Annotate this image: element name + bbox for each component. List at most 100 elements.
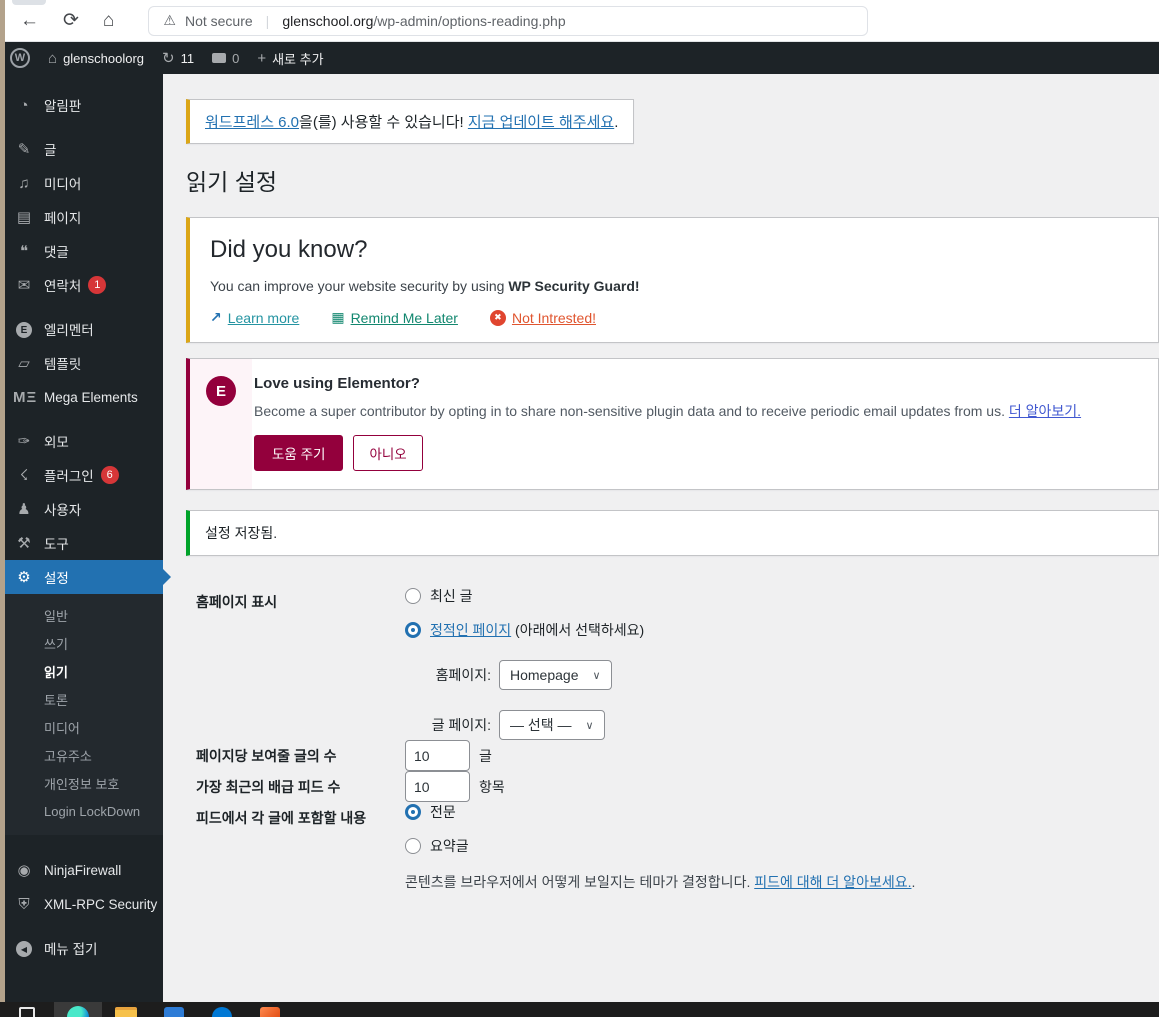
new-content-menu[interactable]: + 새로 추가 [257,49,323,68]
homepage-select[interactable]: Homepage ∨ [499,660,612,690]
submenu-item-permalinks[interactable]: 고유주소 [0,741,163,769]
elementor-icon: E [13,320,35,339]
media-icon: ♫ [18,174,30,192]
sidebar-item-dashboard[interactable]: ◔ 알림판 [0,88,163,122]
submenu-item-reading[interactable]: 읽기 [0,657,163,685]
red-app-icon [260,1007,280,1017]
settings-submenu: 일반 쓰기 읽기 토론 미디어 고유주소 개인정보 보호 Login LockD… [0,594,163,835]
wordpress-logo-icon: W [10,48,30,68]
address-bar[interactable]: ⚠ Not secure | glenschool.org/wp-admin/o… [148,5,869,36]
sidebar-item-media[interactable]: ♫ 미디어 [0,166,163,200]
taskbar-app-button-2[interactable] [198,1002,246,1017]
sidebar-item-posts[interactable]: ✎ 글 [0,132,163,166]
update-now-link[interactable]: 지금 업데이트 해주세요 [468,114,614,131]
submenu-item-login-lockdown[interactable]: Login LockDown [0,797,163,825]
did-you-know-title: Did you know? [210,236,368,263]
remind-me-later-link[interactable]: ▦ Remind Me Later [331,309,458,326]
back-button[interactable]: ← [20,11,39,30]
taskbar-app-button-3[interactable] [246,1002,294,1017]
update-nag-notice: 워드프레스 6.0을(를) 사용할 수 있습니다! 지금 업데이트 해주세요. [186,99,635,144]
reload-button[interactable]: ⟳ [63,11,79,30]
sidebar-item-xmlrpc-security[interactable]: ⛨ XML-RPC Security [0,887,163,921]
sidebar-item-label: 외모 [44,435,69,450]
sidebar-item-label: 페이지 [44,211,82,226]
sidebar-item-elementor[interactable]: E 엘리멘터 [0,312,163,346]
submenu-item-media[interactable]: 미디어 [0,713,163,741]
feed-items-input[interactable] [405,771,470,802]
learn-more-elementor-link[interactable]: 더 알아보기. [1009,403,1081,419]
pages-icon: ▤ [16,209,32,226]
browser-toolbar: ← ⟳ ⌂ ⚠ Not secure | glenschool.org/wp-a… [0,0,1159,42]
not-interested-label: Not Intrested! [511,309,596,326]
blue-circle-app-icon [212,1007,232,1017]
sidebar-item-contact[interactable]: ✉ 연락처 1 [0,268,163,302]
not-interested-link[interactable]: ✖ Not Intrested! [489,309,596,326]
posts-page-select[interactable]: — 선택 — ∨ [499,710,605,740]
main-content: 워드프레스 6.0을(를) 사용할 수 있습니다! 지금 업데이트 해주세요. … [163,74,1159,1002]
blue-app-icon [164,1007,184,1017]
elementor-notice: E Love using Elementor? Become a super c… [186,358,1159,490]
static-page-hint: (아래에서 선택하세요) [511,622,645,638]
contact-badge: 1 [88,276,107,294]
settings-saved-text: 설정 저장됨. [205,525,278,541]
sidebar-item-templates[interactable]: ▱ 템플릿 [0,346,163,380]
feed-content-row: 피드에서 각 글에 포함할 내용 전문 요약글 콘텐츠를 브라우저에서 어떻게 … [196,802,1159,892]
url-host: glenschool.org [282,12,374,29]
sidebar-item-users[interactable]: ♟ 사용자 [0,492,163,526]
sidebar-item-pages[interactable]: ▤ 페이지 [0,200,163,234]
latest-posts-radio[interactable] [405,588,421,604]
static-page-link[interactable]: 정적인 페이지 [430,622,511,638]
static-page-radio[interactable] [405,622,421,638]
summary-radio[interactable] [405,838,421,854]
site-name-menu[interactable]: ⌂ glenschoolorg [48,51,144,66]
sidebar-item-plugins[interactable]: ☇ 플러그인 6 [0,458,163,492]
sidebar-item-label: 도구 [44,537,69,552]
sidebar-item-label: XML-RPC Security [44,896,158,912]
feed-learn-more-link[interactable]: 피드에 대해 더 알아보세요. [754,874,911,890]
learn-more-label: Learn more [227,309,300,326]
full-text-radio[interactable] [405,804,421,820]
plugins-badge: 6 [100,466,119,484]
url: glenschool.org/wp-admin/options-reading.… [282,13,565,29]
reading-settings-form: 홈페이지 표시 최신 글 정적인 페이지 (아래에서 선택하세요) 홈페이지: [196,586,1159,892]
wrench-icon: ⚒ [17,535,31,552]
learn-more-link[interactable]: ↗ Learn more [210,309,299,326]
sidebar-item-label: 댓글 [44,245,69,260]
keyboard-icon [19,1007,35,1017]
home-button[interactable]: ⌂ [103,11,114,30]
wp-logo-menu[interactable]: W [10,48,30,68]
chevron-down-icon: ∨ [585,719,594,732]
help-out-button[interactable]: 도움 주기 [254,435,344,471]
taskbar-language-button[interactable] [0,1002,54,1017]
wordpress-version-link[interactable]: 워드프레스 6.0 [205,114,299,131]
posts-page-select-value: — 선택 — [510,717,572,733]
posts-per-page-input[interactable] [405,740,470,771]
submenu-item-discussion[interactable]: 토론 [0,685,163,713]
taskbar-edge-button[interactable] [54,1002,102,1017]
remind-me-later-label: Remind Me Later [350,309,458,326]
elementor-notice-text: Become a super contributor by opting in … [254,403,1009,419]
taskbar-explorer-button[interactable] [102,1002,150,1017]
sidebar-item-settings[interactable]: ⚙ 설정 [0,560,171,594]
dashboard-icon: ◔ [19,96,29,114]
sidebar-item-appearance[interactable]: ✑ 외모 [0,424,163,458]
sidebar-item-label: Mega Elements [44,389,138,405]
updates-menu[interactable]: ↻ 11 [162,51,194,66]
shield-icon: ⛨ [18,895,30,913]
sidebar-item-label: 엘리멘터 [44,323,94,338]
no-button[interactable]: 아니오 [353,435,423,471]
comments-menu[interactable]: 0 [212,51,239,66]
submenu-item-general[interactable]: 일반 [0,601,163,629]
collapse-menu-button[interactable]: ◀ 메뉴 접기 [0,931,163,965]
front-page-label: 홈페이지 표시 [196,594,278,610]
sidebar-item-ninjafirewall[interactable]: ◉ NinjaFirewall [0,853,163,887]
sidebar-item-label: 글 [44,143,57,158]
sidebar-item-mega-elements[interactable]: MΞ Mega Elements [0,380,163,414]
submenu-item-writing[interactable]: 쓰기 [0,629,163,657]
submenu-item-privacy[interactable]: 개인정보 보호 [0,769,163,797]
sidebar-item-tools[interactable]: ⚒ 도구 [0,526,163,560]
homepage-select-value: Homepage [510,667,579,683]
sidebar-item-comments[interactable]: ❝ 댓글 [0,234,163,268]
windows-taskbar [0,1002,1159,1017]
taskbar-app-button[interactable] [150,1002,198,1017]
